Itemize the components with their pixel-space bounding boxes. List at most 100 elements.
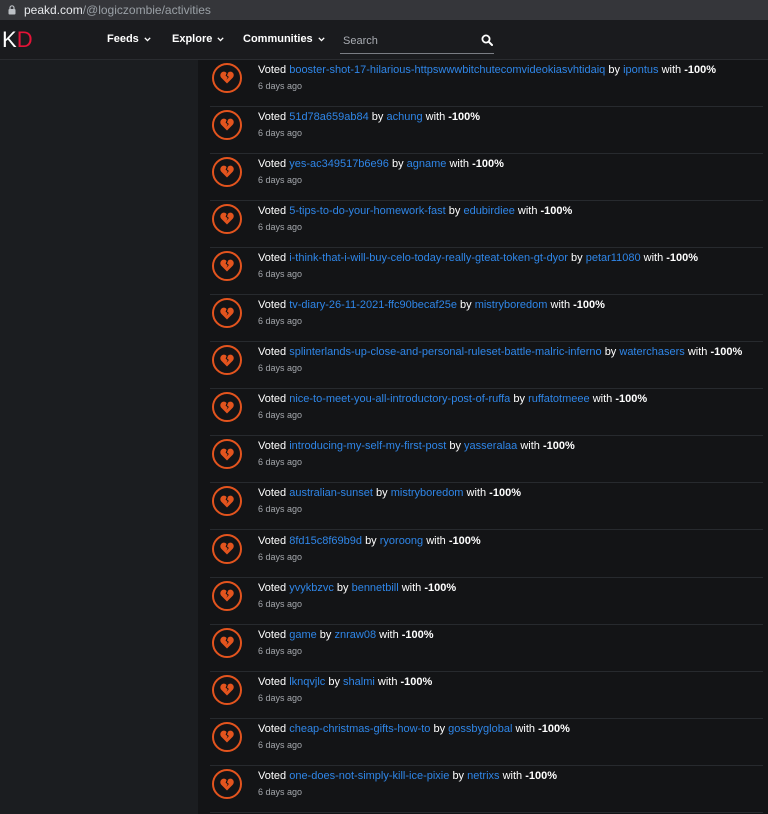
search-icon[interactable] (481, 34, 493, 46)
post-link[interactable]: one-does-not-simply-kill-ice-pixie (289, 770, 449, 782)
activity-timestamp: 6 days ago (258, 363, 303, 374)
author-link[interactable]: shalmi (343, 676, 375, 688)
activity-verb: Voted (258, 722, 287, 735)
post-link[interactable]: 8fd15c8f69b9d (289, 535, 362, 547)
activity-text: Voted yes-ac349517b6e96 by agname with -… (258, 158, 504, 170)
by-label: by (449, 440, 461, 453)
by-label: by (391, 157, 404, 170)
activity-timestamp: 6 days ago (258, 174, 303, 185)
browser-address-bar[interactable]: peakd.com/@logiczombie/activities (0, 0, 768, 20)
author-link[interactable]: ruffatotmeee (528, 393, 590, 405)
post-link[interactable]: tv-diary-26-11-2021-ffc90becaf25e (289, 299, 457, 311)
with-label: with (550, 299, 571, 311)
activity-verb: Voted (258, 251, 287, 264)
with-label: with (502, 770, 523, 782)
broken-heart-icon (212, 392, 242, 423)
lock-icon (8, 5, 16, 15)
vote-weight: -100% (424, 581, 457, 594)
explore-menu-label: Explore (172, 33, 213, 45)
communities-menu-label: Communities (243, 33, 313, 45)
vote-weight: -100% (448, 534, 481, 547)
communities-menu[interactable]: Communities (243, 33, 325, 45)
post-link[interactable]: nice-to-meet-you-all-introductory-post-o… (289, 393, 510, 405)
post-link[interactable]: introducing-my-self-my-first-post (289, 440, 446, 452)
search-input[interactable] (340, 34, 470, 47)
author-link[interactable]: petar11080 (586, 252, 641, 264)
post-link[interactable]: game (289, 629, 317, 641)
activity-text: Voted one-does-not-simply-kill-ice-pixie… (258, 770, 557, 782)
activity-verb: Voted (258, 110, 287, 123)
left-sidebar (0, 60, 198, 814)
broken-heart-icon (212, 345, 242, 376)
author-link[interactable]: agname (407, 158, 447, 170)
post-link[interactable]: yvykbzvc (289, 582, 334, 594)
activity-text: Voted game by znraw08 with -100% (258, 629, 434, 641)
with-label: with (466, 487, 487, 500)
author-link[interactable]: bennetbill (352, 582, 399, 594)
author-link[interactable]: mistryboredom (391, 487, 464, 499)
activity-timestamp: 6 days ago (258, 739, 303, 750)
with-label: with (377, 675, 398, 688)
activity-text: Voted 51d78a659ab84 by achung with -100% (258, 111, 480, 123)
author-link[interactable]: yasseralaa (464, 440, 517, 452)
vote-weight: -100% (540, 204, 573, 217)
post-link[interactable]: 51d78a659ab84 (289, 111, 369, 123)
by-label: by (336, 581, 349, 594)
activity-row: Voted 51d78a659ab84 by achung with -100%… (210, 107, 763, 154)
vote-weight: -100% (489, 487, 521, 500)
by-label: by (571, 251, 583, 264)
vote-weight: -100% (542, 440, 575, 453)
with-label: with (449, 157, 470, 170)
activity-verb: Voted (258, 346, 287, 359)
author-link[interactable]: edubirdiee (463, 205, 514, 217)
with-label: with (379, 628, 399, 641)
activity-text: Voted i-think-that-i-will-buy-celo-today… (258, 252, 698, 264)
activity-row: Voted cheap-christmas-gifts-how-to by go… (210, 719, 763, 766)
broken-heart-icon (212, 156, 242, 187)
post-link[interactable]: australian-sunset (289, 487, 373, 499)
by-label: by (376, 487, 388, 500)
author-link[interactable]: mistryboredom (475, 299, 548, 311)
activity-row: Voted one-does-not-simply-kill-ice-pixie… (210, 766, 763, 813)
activity-verb: Voted (258, 487, 287, 500)
broken-heart-icon (212, 769, 242, 799)
post-link[interactable]: i-think-that-i-will-buy-celo-today-reall… (289, 252, 568, 264)
author-link[interactable]: netrixs (467, 770, 499, 782)
activity-row: Voted australian-sunset by mistryboredom… (210, 483, 763, 531)
activity-timestamp: 6 days ago (258, 410, 303, 421)
by-label: by (608, 63, 620, 76)
activity-verb: Voted (258, 440, 287, 453)
feeds-menu[interactable]: Feeds (107, 33, 151, 45)
activity-row: Voted i-think-that-i-will-buy-celo-today… (210, 248, 763, 295)
vote-weight: -100% (538, 722, 570, 735)
author-link[interactable]: ipontus (623, 64, 658, 76)
feeds-menu-label: Feeds (107, 33, 139, 45)
activity-timestamp: 6 days ago (258, 504, 303, 515)
broken-heart-icon (212, 109, 242, 140)
activity-verb: Voted (258, 581, 287, 594)
post-link[interactable]: booster-shot-17-hilarious-httpswwwbitchu… (289, 64, 605, 76)
activity-feed: Voted booster-shot-17-hilarious-httpswww… (198, 60, 768, 814)
author-link[interactable]: gossbyglobal (448, 723, 512, 735)
author-link[interactable]: waterchasers (619, 346, 684, 358)
post-link[interactable]: 5-tips-to-do-your-homework-fast (289, 205, 446, 217)
vote-weight: -100% (525, 770, 558, 782)
activity-text: Voted 8fd15c8f69b9d by ryoroong with -10… (258, 535, 481, 547)
vote-weight: -100% (401, 628, 434, 641)
post-link[interactable]: lknqvjlc (289, 676, 325, 688)
with-label: with (425, 110, 446, 123)
broken-heart-icon (212, 439, 242, 470)
post-link[interactable]: yes-ac349517b6e96 (289, 158, 389, 170)
author-link[interactable]: ryoroong (380, 535, 423, 547)
activity-timestamp: 6 days ago (258, 221, 303, 232)
peakd-logo[interactable]: KD (2, 28, 33, 52)
post-link[interactable]: cheap-christmas-gifts-how-to (289, 723, 430, 735)
explore-menu[interactable]: Explore (172, 33, 225, 45)
by-label: by (460, 299, 472, 311)
author-link[interactable]: achung (386, 111, 422, 123)
vote-weight: -100% (710, 346, 743, 359)
activity-verb: Voted (258, 675, 287, 688)
post-link[interactable]: splinterlands-up-close-and-personal-rule… (289, 346, 601, 358)
activity-row: Voted booster-shot-17-hilarious-httpswww… (210, 60, 763, 107)
author-link[interactable]: znraw08 (334, 629, 376, 641)
